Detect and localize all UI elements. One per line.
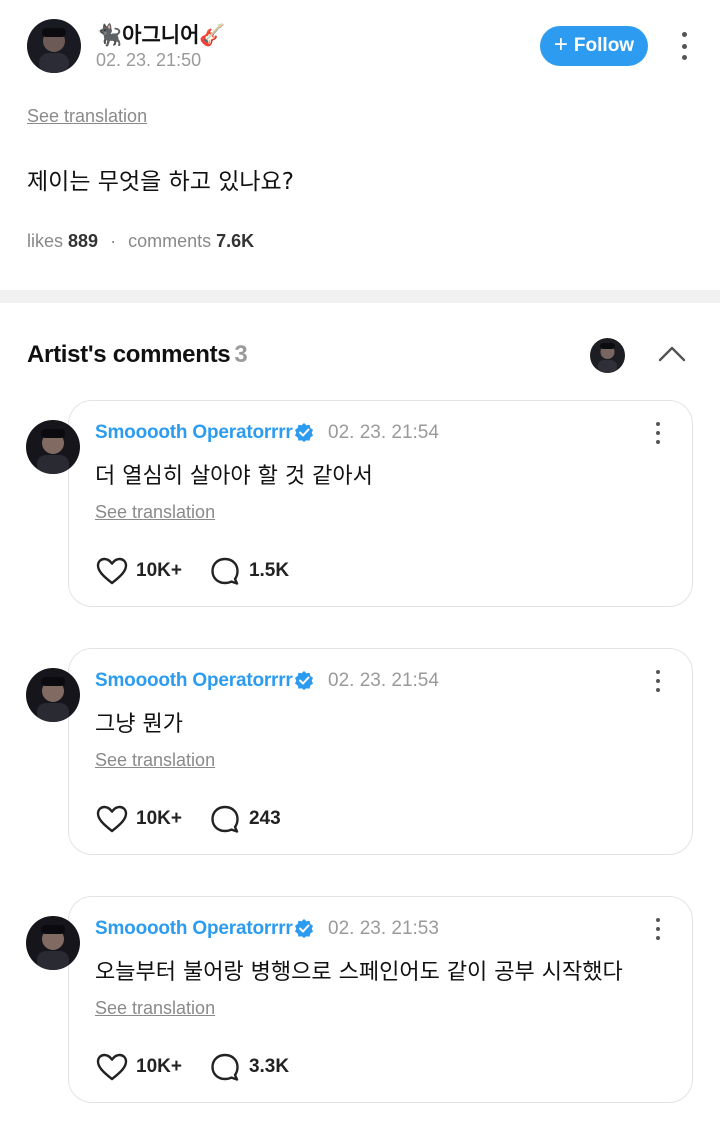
comment-actions: 10K+ 243 bbox=[95, 804, 281, 834]
post-header: 🐈‍⬛아그니어🎸 02. 23. 21:50 + Follow See tran… bbox=[0, 0, 720, 290]
like-count: 10K+ bbox=[136, 1056, 182, 1077]
comment-text: 더 열심히 살아야 할 것 같아서 bbox=[95, 464, 373, 489]
separator-dot: · bbox=[110, 231, 117, 251]
commenter-avatar[interactable] bbox=[26, 916, 80, 970]
author-avatar[interactable] bbox=[27, 19, 81, 73]
heart-icon[interactable] bbox=[95, 556, 129, 586]
kebab-icon[interactable] bbox=[680, 32, 688, 60]
verified-badge-icon bbox=[295, 671, 313, 690]
reply-count: 1.5K bbox=[248, 560, 290, 581]
artist-comment: Smooooth Operatorrrr 02. 23. 21:54 더 열심히… bbox=[0, 400, 720, 610]
commenter-avatar[interactable] bbox=[26, 420, 80, 474]
post-text: 제이는 무엇을 하고 있나요? bbox=[27, 169, 294, 195]
likes-count: 889 bbox=[68, 231, 99, 251]
artist-avatar[interactable] bbox=[590, 338, 625, 373]
plus-icon: + bbox=[553, 31, 568, 58]
commenter-name[interactable]: Smooooth Operatorrrr bbox=[95, 918, 293, 940]
see-translation-link[interactable]: See translation bbox=[95, 998, 215, 1019]
see-translation-link[interactable]: See translation bbox=[27, 106, 147, 127]
comments-count: 7.6K bbox=[216, 231, 255, 251]
section-divider bbox=[0, 290, 720, 303]
commenter-name[interactable]: Smooooth Operatorrrr bbox=[95, 670, 293, 692]
comment-actions: 10K+ 3.3K bbox=[95, 1052, 289, 1082]
kebab-icon[interactable] bbox=[654, 918, 662, 940]
artist-comments-label: Artist's comments bbox=[27, 341, 231, 368]
kebab-icon[interactable] bbox=[654, 422, 662, 444]
follow-button[interactable]: + Follow bbox=[540, 26, 648, 66]
verified-badge-icon bbox=[295, 423, 313, 442]
commenter-avatar[interactable] bbox=[26, 668, 80, 722]
heart-icon[interactable] bbox=[95, 804, 129, 834]
author-name[interactable]: 🐈‍⬛아그니어🎸 bbox=[96, 19, 226, 49]
artist-comments-count: 3 bbox=[234, 341, 248, 368]
kebab-icon[interactable] bbox=[654, 670, 662, 692]
reply-count: 243 bbox=[248, 808, 281, 829]
comment-bubble-icon[interactable] bbox=[208, 804, 242, 834]
comment-date: 02. 23. 21:54 bbox=[328, 422, 439, 443]
post-stats: likes 889 · comments 7.6K bbox=[27, 231, 254, 252]
artist-comment: Smooooth Operatorrrr 02. 23. 21:54 그냥 뭔가… bbox=[0, 648, 720, 858]
verified-badge-icon bbox=[295, 919, 313, 938]
comment-bubble-icon[interactable] bbox=[208, 1052, 242, 1082]
artist-comment: Smooooth Operatorrrr 02. 23. 21:53 오늘부터 … bbox=[0, 896, 720, 1106]
comment-actions: 10K+ 1.5K bbox=[95, 556, 289, 586]
chevron-up-icon[interactable] bbox=[657, 343, 687, 363]
follow-label: Follow bbox=[573, 35, 635, 56]
reply-count: 3.3K bbox=[248, 1056, 290, 1077]
artist-comments-title: Artist's comments 3 bbox=[27, 341, 248, 369]
like-count: 10K+ bbox=[136, 808, 182, 829]
comment-date: 02. 23. 21:54 bbox=[328, 670, 439, 691]
post-date: 02. 23. 21:50 bbox=[96, 50, 202, 70]
heart-icon[interactable] bbox=[95, 1052, 129, 1082]
comments-label: comments bbox=[128, 231, 212, 251]
commenter-name[interactable]: Smooooth Operatorrrr bbox=[95, 422, 293, 444]
comment-text: 오늘부터 불어랑 병행으로 스페인어도 같이 공부 시작했다 bbox=[95, 960, 623, 985]
see-translation-link[interactable]: See translation bbox=[95, 502, 215, 523]
comment-bubble-icon[interactable] bbox=[208, 556, 242, 586]
comment-date: 02. 23. 21:53 bbox=[328, 918, 439, 939]
see-translation-link[interactable]: See translation bbox=[95, 750, 215, 771]
comment-text: 그냥 뭔가 bbox=[95, 712, 183, 737]
like-count: 10K+ bbox=[136, 560, 182, 581]
likes-label: likes bbox=[27, 231, 64, 251]
